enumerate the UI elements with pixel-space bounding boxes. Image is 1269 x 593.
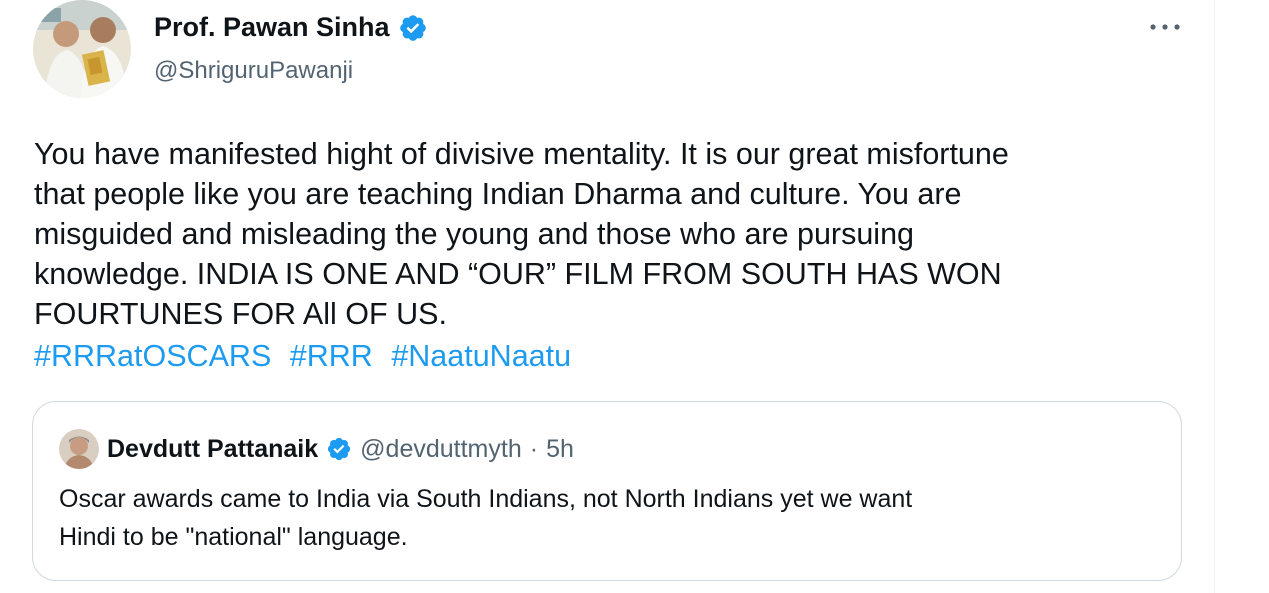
more-options-button[interactable] (1145, 12, 1185, 42)
author-avatar[interactable] (33, 0, 131, 98)
author-avatar-image (33, 0, 131, 98)
quoted-author-avatar[interactable] (59, 429, 99, 469)
hashtag-link[interactable]: #RRR (290, 339, 373, 373)
quoted-author-avatar-image (59, 429, 99, 469)
author-display-name[interactable]: Prof. Pawan Sinha (154, 12, 390, 43)
quoted-author-display-name[interactable]: Devdutt Pattanaik (107, 435, 318, 464)
quoted-tweet-header: Devdutt Pattanaik @devduttmyth · 5h (59, 429, 574, 469)
quoted-author-handle[interactable]: @devduttmyth (360, 435, 522, 464)
author-name-row: Prof. Pawan Sinha (154, 12, 428, 43)
quoted-tweet-text-content: Oscar awards came to India via South Ind… (59, 485, 913, 551)
quoted-tweet-text: Oscar awards came to India via South Ind… (59, 480, 1159, 556)
header-separator: · (529, 434, 539, 463)
quoted-timestamp[interactable]: 5h (546, 435, 574, 464)
tweet-text: You have manifested hight of divisive me… (34, 137, 1009, 331)
verified-badge-icon[interactable] (398, 13, 428, 43)
quoted-tweet-card[interactable]: Devdutt Pattanaik @devduttmyth · 5h Osca… (32, 401, 1182, 581)
hashtag-link[interactable]: #NaatuNaatu (391, 339, 571, 373)
hashtag-link[interactable]: #RRRatOSCARS (34, 339, 271, 373)
author-handle[interactable]: @ShriguruPawanji (154, 57, 353, 85)
ellipsis-icon (1150, 24, 1180, 30)
tweet-hashtags: #RRRatOSCARS #RRR #NaatuNaatu (34, 336, 581, 376)
column-divider (1214, 0, 1215, 593)
verified-badge-icon[interactable] (326, 436, 352, 462)
